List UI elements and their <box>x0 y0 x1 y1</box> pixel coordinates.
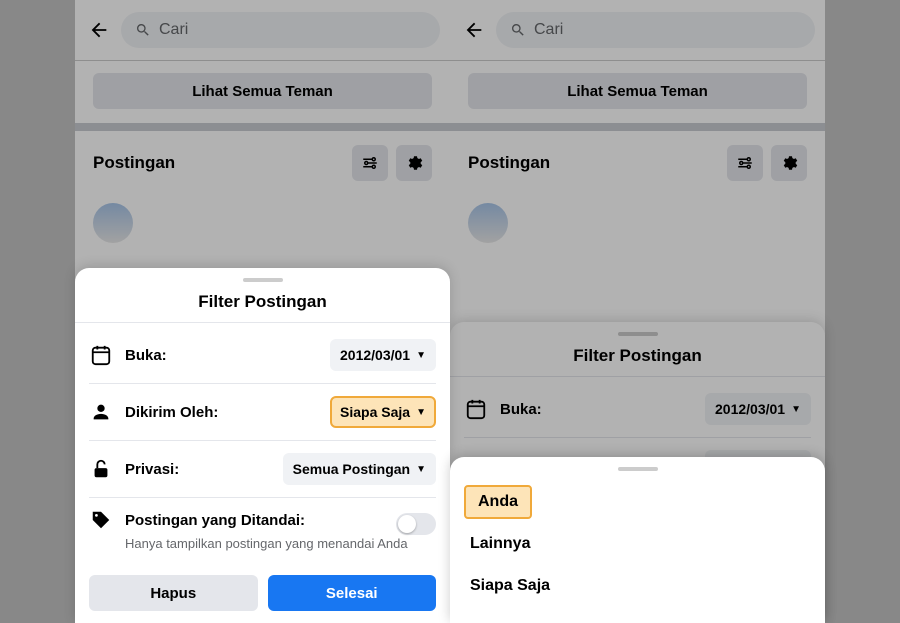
divider <box>450 60 825 61</box>
option-others[interactable]: Lainnya <box>464 523 811 565</box>
tagged-label: Postingan yang Ditandai: <box>125 512 305 529</box>
tagged-toggle[interactable] <box>396 513 436 535</box>
sliders-icon <box>736 154 754 172</box>
open-label: Buka: <box>125 347 318 364</box>
option-anyone[interactable]: Siapa Saja <box>464 565 811 607</box>
row-open: Buka: 2012/03/01 ▼ <box>464 381 811 437</box>
search-placeholder: Cari <box>534 21 563 39</box>
back-button[interactable] <box>85 16 113 44</box>
chevron-down-icon: ▼ <box>416 350 426 361</box>
row-privacy: Privasi: Semua Postingan ▼ <box>89 440 436 497</box>
gear-icon <box>405 154 423 172</box>
gear-icon <box>780 154 798 172</box>
view-all-friends-button[interactable]: Lihat Semua Teman <box>93 73 432 109</box>
avatar <box>468 203 508 243</box>
topbar: Cari <box>450 0 825 60</box>
posts-header: Postingan <box>450 131 825 195</box>
section-separator <box>75 123 450 131</box>
section-separator <box>450 123 825 131</box>
search-placeholder: Cari <box>159 21 188 39</box>
screen-left: Cari Lihat Semua Teman Postingan Filter … <box>75 0 450 623</box>
search-icon <box>510 22 526 38</box>
open-label: Buka: <box>500 401 693 418</box>
tag-icon <box>89 508 113 532</box>
search-input[interactable]: Cari <box>121 12 440 48</box>
row-tagged: Postingan yang Ditandai: Hanya tampilkan… <box>89 497 436 561</box>
filter-sheet: Filter Postingan Buka: 2012/03/01 ▼ Diki… <box>75 268 450 623</box>
arrow-left-icon <box>88 19 110 41</box>
search-input[interactable]: Cari <box>496 12 815 48</box>
clear-button[interactable]: Hapus <box>89 575 258 611</box>
open-select[interactable]: 2012/03/01 ▼ <box>330 339 436 371</box>
person-icon <box>89 400 113 424</box>
sliders-icon <box>361 154 379 172</box>
toggle-knob <box>398 515 416 533</box>
view-all-friends-button[interactable]: Lihat Semua Teman <box>468 73 807 109</box>
row-open: Buka: 2012/03/01 ▼ <box>89 327 436 383</box>
posts-title: Postingan <box>93 153 344 173</box>
divider <box>75 60 450 61</box>
drag-handle[interactable] <box>618 467 658 471</box>
chevron-down-icon: ▼ <box>791 404 801 415</box>
settings-button[interactable] <box>771 145 807 181</box>
tagged-subtitle: Hanya tampilkan postingan yang menandai … <box>125 536 436 551</box>
open-select[interactable]: 2012/03/01 ▼ <box>705 393 811 425</box>
arrow-left-icon <box>463 19 485 41</box>
drag-handle[interactable] <box>618 332 658 336</box>
sheet-title: Filter Postingan <box>89 292 436 312</box>
posts-header: Postingan <box>75 131 450 195</box>
calendar-icon <box>89 343 113 367</box>
calendar-icon <box>464 397 488 421</box>
screen-right: Cari Lihat Semua Teman Postingan Filter … <box>450 0 825 623</box>
settings-button[interactable] <box>396 145 432 181</box>
search-icon <box>135 22 151 38</box>
posted-by-select[interactable]: Siapa Saja ▼ <box>330 396 436 428</box>
back-button[interactable] <box>460 16 488 44</box>
filter-button[interactable] <box>727 145 763 181</box>
unlock-icon <box>89 457 113 481</box>
done-button[interactable]: Selesai <box>268 575 437 611</box>
option-you[interactable]: Anda <box>464 485 532 519</box>
topbar: Cari <box>75 0 450 60</box>
privacy-label: Privasi: <box>125 461 271 478</box>
posted-by-options-sheet: Anda Lainnya Siapa Saja <box>450 457 825 623</box>
sheet-title: Filter Postingan <box>464 346 811 366</box>
sheet-separator <box>75 322 450 323</box>
posted-by-label: Dikirim Oleh: <box>125 404 318 421</box>
row-posted-by: Dikirim Oleh: Siapa Saja ▼ <box>89 383 436 440</box>
filter-button[interactable] <box>352 145 388 181</box>
drag-handle[interactable] <box>243 278 283 282</box>
chevron-down-icon: ▼ <box>416 464 426 475</box>
sheet-separator <box>450 376 825 377</box>
avatar <box>93 203 133 243</box>
chevron-down-icon: ▼ <box>416 407 426 418</box>
sheet-buttons: Hapus Selesai <box>89 575 436 611</box>
privacy-select[interactable]: Semua Postingan ▼ <box>283 453 436 485</box>
posts-title: Postingan <box>468 153 719 173</box>
